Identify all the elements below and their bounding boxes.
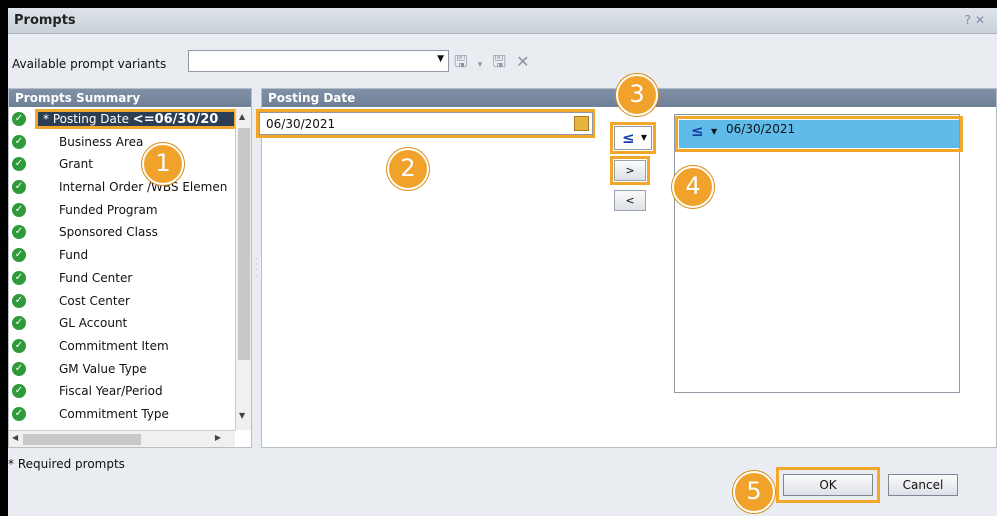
check-icon: ✓ bbox=[12, 202, 26, 217]
check-icon: ✓ bbox=[12, 134, 26, 149]
scroll-down-icon[interactable]: ▼ bbox=[239, 411, 245, 420]
check-icon: ✓ bbox=[12, 384, 26, 399]
check-icon: ✓ bbox=[12, 293, 26, 308]
scroll-right-icon[interactable]: ▶ bbox=[215, 433, 221, 442]
check-icon: ✓ bbox=[12, 316, 26, 331]
summary-item-posting-date[interactable]: ✓ * Posting Date <=06/30/20 bbox=[9, 108, 235, 131]
save-icon[interactable]: 🖫 bbox=[454, 51, 468, 78]
ok-button[interactable]: OK bbox=[783, 474, 873, 496]
check-icon: ✓ bbox=[12, 180, 26, 195]
summary-item-label: * Posting Date bbox=[43, 112, 133, 126]
horizontal-scrollbar[interactable]: ◀ ▶ bbox=[9, 430, 235, 447]
remove-value-button[interactable]: < bbox=[614, 190, 646, 211]
save-as-icon[interactable]: 🖫 bbox=[492, 51, 506, 78]
summary-list: ✓ * Posting Date <=06/30/20 ✓ Business Ar… bbox=[9, 108, 235, 430]
summary-item[interactable]: ✓ Commitment Item bbox=[9, 335, 235, 358]
summary-item[interactable]: ✓ Fund Center bbox=[9, 267, 235, 290]
posting-date-input[interactable]: 06/30/2021 bbox=[259, 112, 593, 135]
close-icon[interactable]: ✕ bbox=[975, 13, 989, 27]
posting-date-value: 06/30/2021 bbox=[266, 117, 336, 131]
summary-item[interactable]: ✓ GM Value Type bbox=[9, 358, 235, 381]
required-note: * Required prompts bbox=[8, 457, 125, 471]
check-icon: ✓ bbox=[12, 361, 26, 376]
summary-item[interactable]: ✓ Sponsored Class bbox=[9, 221, 235, 244]
panel-splitter[interactable]: · · · · bbox=[255, 255, 259, 282]
summary-item[interactable]: ✓ Commitment Type bbox=[9, 403, 235, 426]
help-icon[interactable]: ? bbox=[965, 13, 975, 27]
summary-header: Prompts Summary bbox=[9, 89, 251, 107]
summary-item[interactable]: ✓ Grant bbox=[9, 153, 235, 176]
check-icon: ✓ bbox=[12, 270, 26, 285]
scroll-left-icon[interactable]: ◀ bbox=[12, 433, 18, 442]
dialog-title: Prompts bbox=[14, 13, 76, 28]
check-icon: ✓ bbox=[12, 112, 26, 126]
summary-item[interactable]: ✓ Fund bbox=[9, 244, 235, 267]
selected-values-list[interactable] bbox=[674, 114, 960, 393]
step-badge-1: 1 bbox=[142, 143, 184, 185]
summary-item[interactable]: ✓ Internal Order /WBS Elemen bbox=[9, 176, 235, 199]
cancel-button[interactable]: Cancel bbox=[888, 474, 958, 496]
summary-item[interactable]: ✓ Fiscal Year/Period bbox=[9, 380, 235, 403]
summary-item-condition: <=06/30/20 bbox=[132, 112, 219, 127]
check-icon: ✓ bbox=[12, 225, 26, 240]
chevron-down-icon[interactable]: ▾ bbox=[478, 60, 483, 70]
delete-icon[interactable]: ✕ bbox=[516, 52, 529, 71]
check-icon: ✓ bbox=[12, 406, 26, 421]
summary-item[interactable]: ✓ Cost Center bbox=[9, 290, 235, 313]
step-badge-3: 3 bbox=[616, 74, 658, 116]
variants-label: Available prompt variants bbox=[12, 57, 167, 71]
title-bar: Prompts ?✕ bbox=[8, 8, 997, 34]
variants-dropdown[interactable]: ▼ bbox=[188, 50, 449, 72]
operator-dropdown[interactable]: ≤ ▼ bbox=[614, 126, 652, 150]
calendar-icon[interactable] bbox=[574, 116, 589, 131]
add-value-button[interactable]: > bbox=[614, 160, 646, 181]
chevron-down-icon: ▼ bbox=[437, 54, 444, 64]
summary-item[interactable]: ✓ GL Account bbox=[9, 312, 235, 335]
highlight-selected-value bbox=[675, 116, 963, 152]
scroll-up-icon[interactable]: ▲ bbox=[239, 112, 245, 121]
step-badge-4: 4 bbox=[672, 166, 714, 208]
vertical-scrollbar[interactable]: ▲ ▼ bbox=[235, 108, 251, 430]
variant-toolbar: 🖫 ▾ 🖫 ✕ bbox=[454, 51, 535, 73]
check-icon: ✓ bbox=[12, 248, 26, 263]
step-badge-2: 2 bbox=[387, 148, 429, 190]
scroll-thumb[interactable] bbox=[23, 434, 141, 445]
summary-item[interactable]: ✓ Funded Program bbox=[9, 199, 235, 222]
chevron-down-icon: ▼ bbox=[640, 133, 647, 142]
prompts-summary-panel: Prompts Summary ✓ * Posting Date <=06/30… bbox=[8, 88, 252, 448]
summary-item[interactable]: ✓ Business Area bbox=[9, 131, 235, 154]
scroll-thumb[interactable] bbox=[238, 128, 250, 360]
check-icon: ✓ bbox=[12, 157, 26, 172]
check-icon: ✓ bbox=[12, 338, 26, 353]
step-badge-5: 5 bbox=[733, 471, 775, 513]
operator-value: ≤ bbox=[622, 129, 635, 147]
